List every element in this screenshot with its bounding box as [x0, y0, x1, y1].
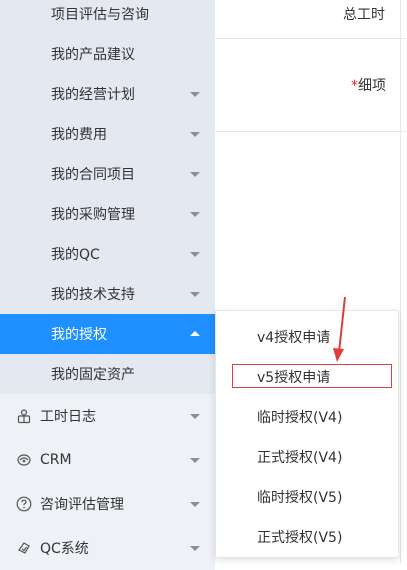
sidebar-item-label: 工时日志 [40, 409, 96, 425]
sidebar-item-project-evaluation[interactable]: 项目评估与咨询 [0, 0, 215, 34]
sidebar-item-product-suggestions[interactable]: 我的产品建议 [0, 34, 215, 74]
sidebar-item-label: 我的合同项目 [51, 167, 135, 183]
sidebar-item-label: 我的固定资产 [51, 367, 135, 383]
menu-item-label: 正式授权(V4) [257, 450, 343, 466]
sidebar-item-qc-system[interactable]: QC系统 [0, 526, 215, 570]
chevron-up-icon [190, 331, 200, 336]
sidebar-item-label: 我的费用 [51, 127, 107, 143]
menu-item-label: 正式授权(V5) [257, 530, 343, 546]
divider [215, 131, 407, 132]
sidebar-item-label: QC系统 [40, 541, 89, 557]
sidebar-item-fixed-assets[interactable]: 我的固定资产 [0, 354, 215, 394]
sidebar-item-crm[interactable]: CRM [0, 438, 215, 482]
menu-item-temp-auth-v4[interactable]: 临时授权(V4) [216, 397, 398, 437]
chevron-down-icon [190, 414, 200, 419]
sidebar-item-label: 咨询评估管理 [40, 497, 124, 513]
sidebar-item-label: 我的授权 [51, 327, 107, 343]
chevron-down-icon [190, 172, 200, 177]
chevron-down-icon [190, 132, 200, 137]
chevron-down-icon [190, 92, 200, 97]
chevron-down-icon [190, 252, 200, 257]
sidebar: 项目评估与咨询 我的产品建议 我的经营计划 我的费用 我的合同项目 我的采购管理… [0, 0, 215, 570]
sidebar-item-expenses[interactable]: 我的费用 [0, 114, 215, 154]
menu-item-label: 临时授权(V4) [257, 410, 343, 426]
authorization-submenu: v4授权申请 v5授权申请 临时授权(V4) 正式授权(V4) 临时授权(V5)… [215, 310, 399, 558]
sidebar-item-authorization[interactable]: 我的授权 [0, 314, 215, 354]
shield-check-icon [18, 542, 30, 554]
detail-label-text: 细项 [358, 78, 386, 94]
sidebar-item-label: CRM [40, 452, 72, 468]
sidebar-item-label: 我的经营计划 [51, 87, 135, 103]
menu-item-v5-auth-request[interactable]: v5授权申请 [216, 357, 398, 397]
sidebar-item-tech-support[interactable]: 我的技术支持 [0, 274, 215, 314]
sidebar-item-contract-projects[interactable]: 我的合同项目 [0, 154, 215, 194]
menu-item-temp-auth-v5[interactable]: 临时授权(V5) [216, 477, 398, 517]
sidebar-item-business-plan[interactable]: 我的经营计划 [0, 74, 215, 114]
menu-item-label: v5授权申请 [257, 370, 331, 386]
chevron-down-icon [190, 546, 200, 551]
menu-item-formal-auth-v5[interactable]: 正式授权(V5) [216, 517, 398, 557]
sidebar-item-label: 我的技术支持 [51, 287, 135, 303]
menu-item-label: v4授权申请 [257, 330, 331, 346]
sidebar-item-qc[interactable]: 我的QC [0, 234, 215, 274]
chevron-down-icon [190, 502, 200, 507]
sidebar-item-consulting-evaluation[interactable]: 咨询评估管理 [0, 482, 215, 526]
sidebar-item-procurement[interactable]: 我的采购管理 [0, 194, 215, 234]
chevron-down-icon [190, 292, 200, 297]
crm-icon [17, 454, 31, 466]
sidebar-item-label: 项目评估与咨询 [51, 7, 149, 23]
sidebar-item-timesheet[interactable]: 工时日志 [0, 394, 215, 438]
menu-item-v4-auth-request[interactable]: v4授权申请 [216, 317, 398, 357]
menu-item-label: 临时授权(V5) [257, 490, 343, 506]
total-hours-label: 总工时 [343, 7, 385, 23]
chevron-down-icon [190, 212, 200, 217]
sidebar-item-label: 我的QC [51, 247, 100, 263]
detail-label: *细项 [351, 75, 386, 95]
required-mark: * [351, 78, 358, 94]
question-circle-icon [16, 496, 32, 512]
menu-item-formal-auth-v4[interactable]: 正式授权(V4) [216, 437, 398, 477]
sidebar-item-label: 我的产品建议 [51, 47, 135, 63]
clock-icon [17, 409, 31, 424]
sidebar-item-label: 我的采购管理 [51, 207, 135, 223]
divider [215, 38, 407, 39]
chevron-down-icon [190, 458, 200, 463]
divider [400, 0, 401, 563]
